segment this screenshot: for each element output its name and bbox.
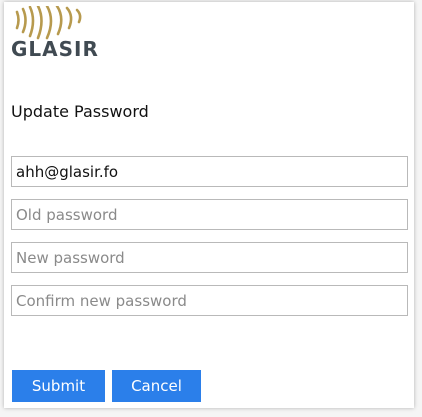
submit-button[interactable]: Submit <box>12 370 105 402</box>
old-password-field[interactable] <box>11 199 408 230</box>
page-title: Update Password <box>11 102 149 121</box>
brand-name: GLASIR <box>11 37 99 61</box>
email-field[interactable] <box>11 156 408 187</box>
update-password-panel: GLASIR Update Password Submit Cancel <box>4 2 414 408</box>
confirm-password-field[interactable] <box>11 285 408 316</box>
cancel-button[interactable]: Cancel <box>112 370 201 402</box>
brand-logo: GLASIR <box>11 6 98 62</box>
new-password-field[interactable] <box>11 242 408 273</box>
glasir-arcs-logo-icon <box>15 6 82 40</box>
